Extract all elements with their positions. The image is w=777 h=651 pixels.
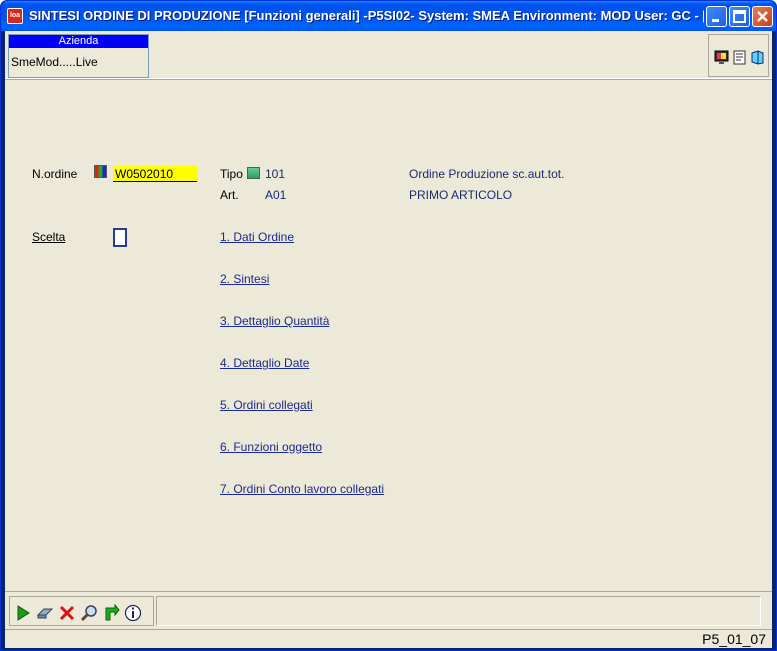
n-ordine-label: N.ordine (32, 167, 78, 181)
search-icon[interactable] (80, 604, 98, 622)
app-icon[interactable]: loa (7, 8, 23, 24)
eraser-icon[interactable] (36, 604, 54, 622)
menu-link-dettaglio-date[interactable]: 4. Dettaglio Date (220, 356, 309, 370)
application-window: loa SINTESI ORDINE DI PRODUZIONE [Funzio… (0, 0, 777, 651)
monitor-icon[interactable] (714, 50, 729, 65)
menu-link-sintesi[interactable]: 2. Sintesi (220, 272, 269, 286)
tipo-label: Tipo (220, 167, 243, 181)
order-number-input[interactable]: W0502010 (113, 166, 197, 182)
art-value: A01 (265, 188, 287, 202)
grid-icon[interactable] (94, 165, 107, 178)
title-bar[interactable]: loa SINTESI ORDINE DI PRODUZIONE [Funzio… (1, 1, 776, 31)
azienda-value: SmeMod.....Live (11, 55, 98, 69)
art-description: PRIMO ARTICOLO (409, 188, 513, 202)
top-bar: Azienda SmeMod.....Live (5, 31, 772, 79)
scelta-label: Scelta (32, 230, 66, 244)
status-bar: P5_01_07 (5, 629, 772, 648)
tipo-value: 101 (265, 167, 286, 181)
azienda-panel: Azienda SmeMod.....Live (8, 34, 149, 78)
client-area: Azienda SmeMod.....Live N.ordine W050201… (5, 31, 772, 648)
menu-link-dati-ordine[interactable]: 1. Dati Ordine (220, 230, 294, 244)
tipo-lookup-icon[interactable] (247, 167, 260, 179)
run-icon[interactable] (14, 604, 32, 622)
scelta-input[interactable] (113, 228, 127, 247)
info-icon[interactable] (124, 604, 142, 622)
message-area (156, 596, 761, 626)
refresh-icon[interactable] (102, 604, 120, 622)
window-title: SINTESI ORDINE DI PRODUZIONE [Funzioni g… (29, 8, 704, 23)
minimize-button[interactable] (706, 6, 727, 27)
close-button[interactable] (752, 6, 773, 27)
action-toolbar (9, 596, 154, 626)
menu-link-ordini-collegati[interactable]: 5. Ordini collegati (220, 398, 313, 412)
cancel-icon[interactable] (58, 604, 76, 622)
menu-link-funzioni-oggetto[interactable]: 6. Funzioni oggetto (220, 440, 322, 454)
close-icon (757, 11, 768, 22)
tipo-description: Ordine Produzione sc.aut.tot. (409, 167, 565, 181)
notes-icon[interactable] (732, 50, 747, 65)
bottom-panel (5, 591, 772, 629)
menu-link-dettaglio-quantita[interactable]: 3. Dettaglio Quantità (220, 314, 329, 328)
menu-link-ordini-conto-lavoro[interactable]: 7. Ordini Conto lavoro collegati (220, 482, 384, 496)
minimize-icon (712, 19, 719, 22)
maximize-button[interactable] (729, 6, 750, 27)
maximize-icon (733, 10, 746, 23)
azienda-label: Azienda (9, 35, 148, 48)
art-label: Art. (220, 188, 239, 202)
tools-panel (708, 34, 769, 77)
book-icon[interactable] (750, 50, 765, 65)
screen-code: P5_01_07 (702, 631, 766, 647)
